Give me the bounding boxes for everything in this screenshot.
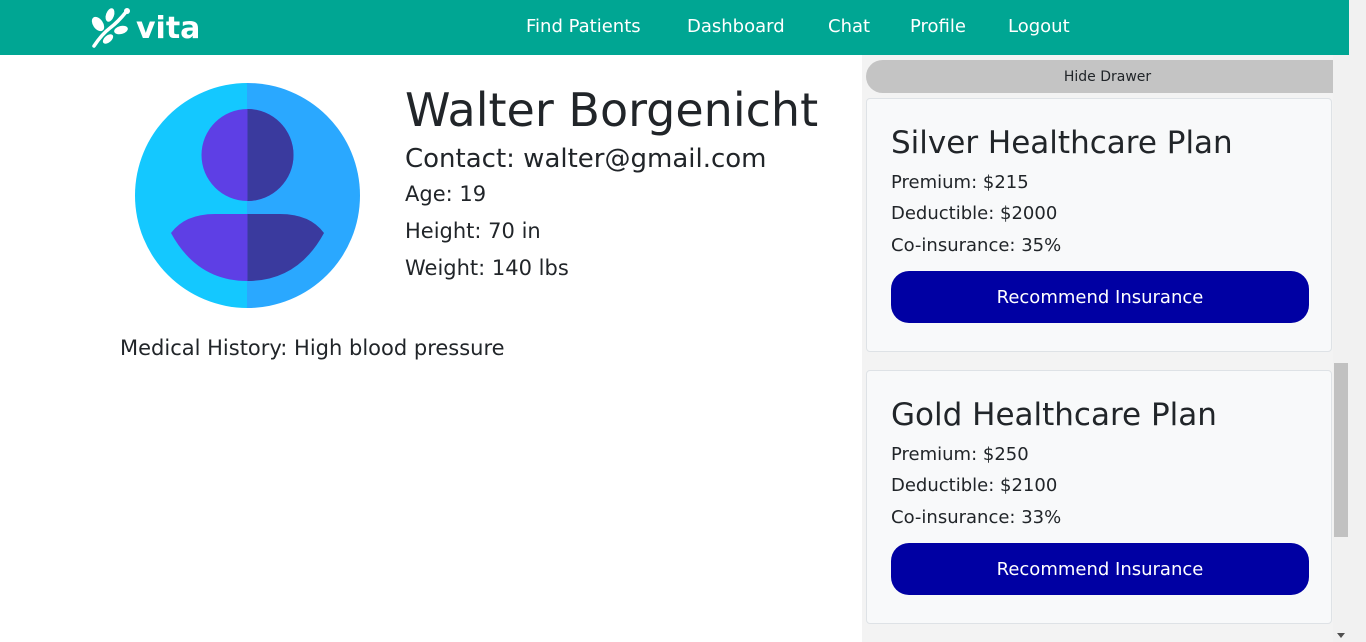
patient-age: Age: 19	[405, 182, 487, 206]
plan-premium: Premium: $250	[891, 444, 1029, 465]
nav-chat[interactable]: Chat	[828, 16, 870, 37]
plan-coinsurance: Co-insurance: 35%	[891, 235, 1062, 256]
medical-history: Medical History: High blood pressure	[120, 336, 505, 360]
nav-dashboard[interactable]: Dashboard	[687, 16, 785, 37]
drawer-scrollbar-thumb[interactable]	[1334, 363, 1348, 537]
main-nav: Find Patients Dashboard Chat Profile Log…	[0, 0, 1349, 55]
patient-contact: Contact: walter@gmail.com	[405, 144, 767, 174]
recommend-insurance-button[interactable]: Recommend Insurance	[891, 271, 1309, 323]
top-navbar: vita Find Patients Dashboard Chat Profil…	[0, 0, 1349, 55]
plan-title: Gold Healthcare Plan	[891, 397, 1217, 433]
plan-deductible: Deductible: $2000	[891, 203, 1058, 224]
recommend-insurance-button[interactable]: Recommend Insurance	[891, 543, 1309, 595]
plan-card-silver: Silver Healthcare Plan Premium: $215 Ded…	[866, 98, 1332, 352]
nav-profile[interactable]: Profile	[910, 16, 966, 37]
plan-coinsurance: Co-insurance: 33%	[891, 507, 1062, 528]
nav-logout[interactable]: Logout	[1008, 16, 1070, 37]
patient-name: Walter Borgenicht	[405, 83, 819, 137]
plan-title: Silver Healthcare Plan	[891, 125, 1233, 161]
scroll-down-arrow-icon[interactable]	[1337, 633, 1345, 638]
page-scrollbar[interactable]	[1349, 0, 1366, 642]
patient-profile: Walter Borgenicht Contact: walter@gmail.…	[405, 82, 818, 287]
insurance-drawer: Hide Drawer Silver Healthcare Plan Premi…	[862, 55, 1349, 642]
patient-height: Height: 70 in	[405, 219, 541, 243]
plan-premium: Premium: $215	[891, 172, 1029, 193]
plan-deductible: Deductible: $2100	[891, 475, 1058, 496]
nav-find-patients[interactable]: Find Patients	[526, 16, 641, 37]
plan-card-gold: Gold Healthcare Plan Premium: $250 Deduc…	[866, 370, 1332, 624]
patient-weight: Weight: 140 lbs	[405, 256, 569, 280]
drawer-scrollbar[interactable]	[1333, 55, 1349, 642]
hide-drawer-button[interactable]: Hide Drawer	[866, 60, 1349, 93]
user-avatar-icon	[135, 83, 360, 308]
